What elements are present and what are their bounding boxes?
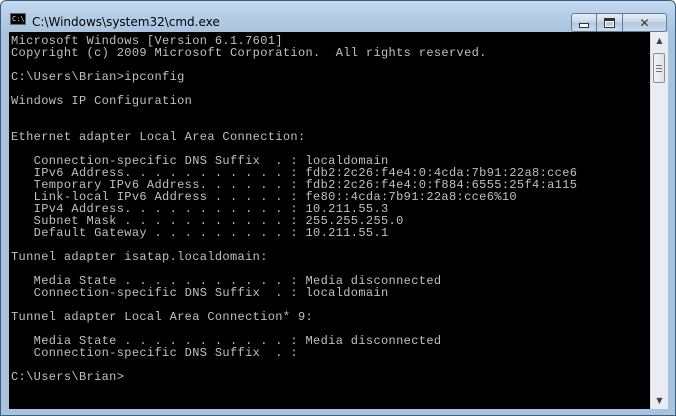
scroll-down-arrow-icon[interactable]: ▼ <box>651 392 668 409</box>
console-line: Connection-specific DNS Suffix . : <box>11 346 298 360</box>
grip-line <box>656 70 662 72</box>
grip-line <box>656 64 662 66</box>
console-line: Tunnel adapter isatap.localdomain: <box>11 250 268 264</box>
console-line: C:\Users\Brian>ipconfig <box>11 70 185 84</box>
scroll-up-arrow-icon[interactable]: ▲ <box>651 32 668 49</box>
scroll-thumb[interactable] <box>653 53 665 83</box>
console-line: Windows IP Configuration <box>11 94 193 108</box>
window-title: C:\Windows\system32\cmd.exe <box>32 15 220 29</box>
minimize-button[interactable] <box>571 13 597 32</box>
console-line: C:\Users\Brian> <box>11 370 125 384</box>
console-line: Connection-specific DNS Suffix . : local… <box>11 286 389 300</box>
minimize-icon <box>579 23 589 28</box>
grip-line <box>656 67 662 69</box>
title-bar[interactable]: C:\ C:\Windows\system32\cmd.exe ✕ <box>1 1 675 32</box>
window-bottom-border[interactable] <box>1 409 675 415</box>
cmd-prompt-icon[interactable]: C:\ <box>10 13 26 25</box>
close-icon: ✕ <box>639 15 650 30</box>
console-output[interactable]: Microsoft Windows [Version 6.1.7601] Copy… <box>9 32 650 409</box>
console-lines: Microsoft Windows [Version 6.1.7601] Copy… <box>11 35 577 383</box>
console-line: Default Gateway . . . . . . . . . : 10.2… <box>11 226 389 240</box>
console-line: Ethernet adapter Local Area Connection: <box>11 130 306 144</box>
console-line: Copyright (c) 2009 Microsoft Corporation… <box>11 46 487 60</box>
vertical-scrollbar[interactable]: ▲ ▼ <box>650 32 668 409</box>
console-line: Tunnel adapter Local Area Connection* 9: <box>11 310 314 324</box>
maximize-icon <box>604 17 615 28</box>
maximize-button[interactable] <box>597 13 623 32</box>
cmd-window: C:\ C:\Windows\system32\cmd.exe ✕ Micros… <box>0 0 676 416</box>
caption-buttons: ✕ <box>571 13 667 32</box>
close-button[interactable]: ✕ <box>623 13 667 32</box>
